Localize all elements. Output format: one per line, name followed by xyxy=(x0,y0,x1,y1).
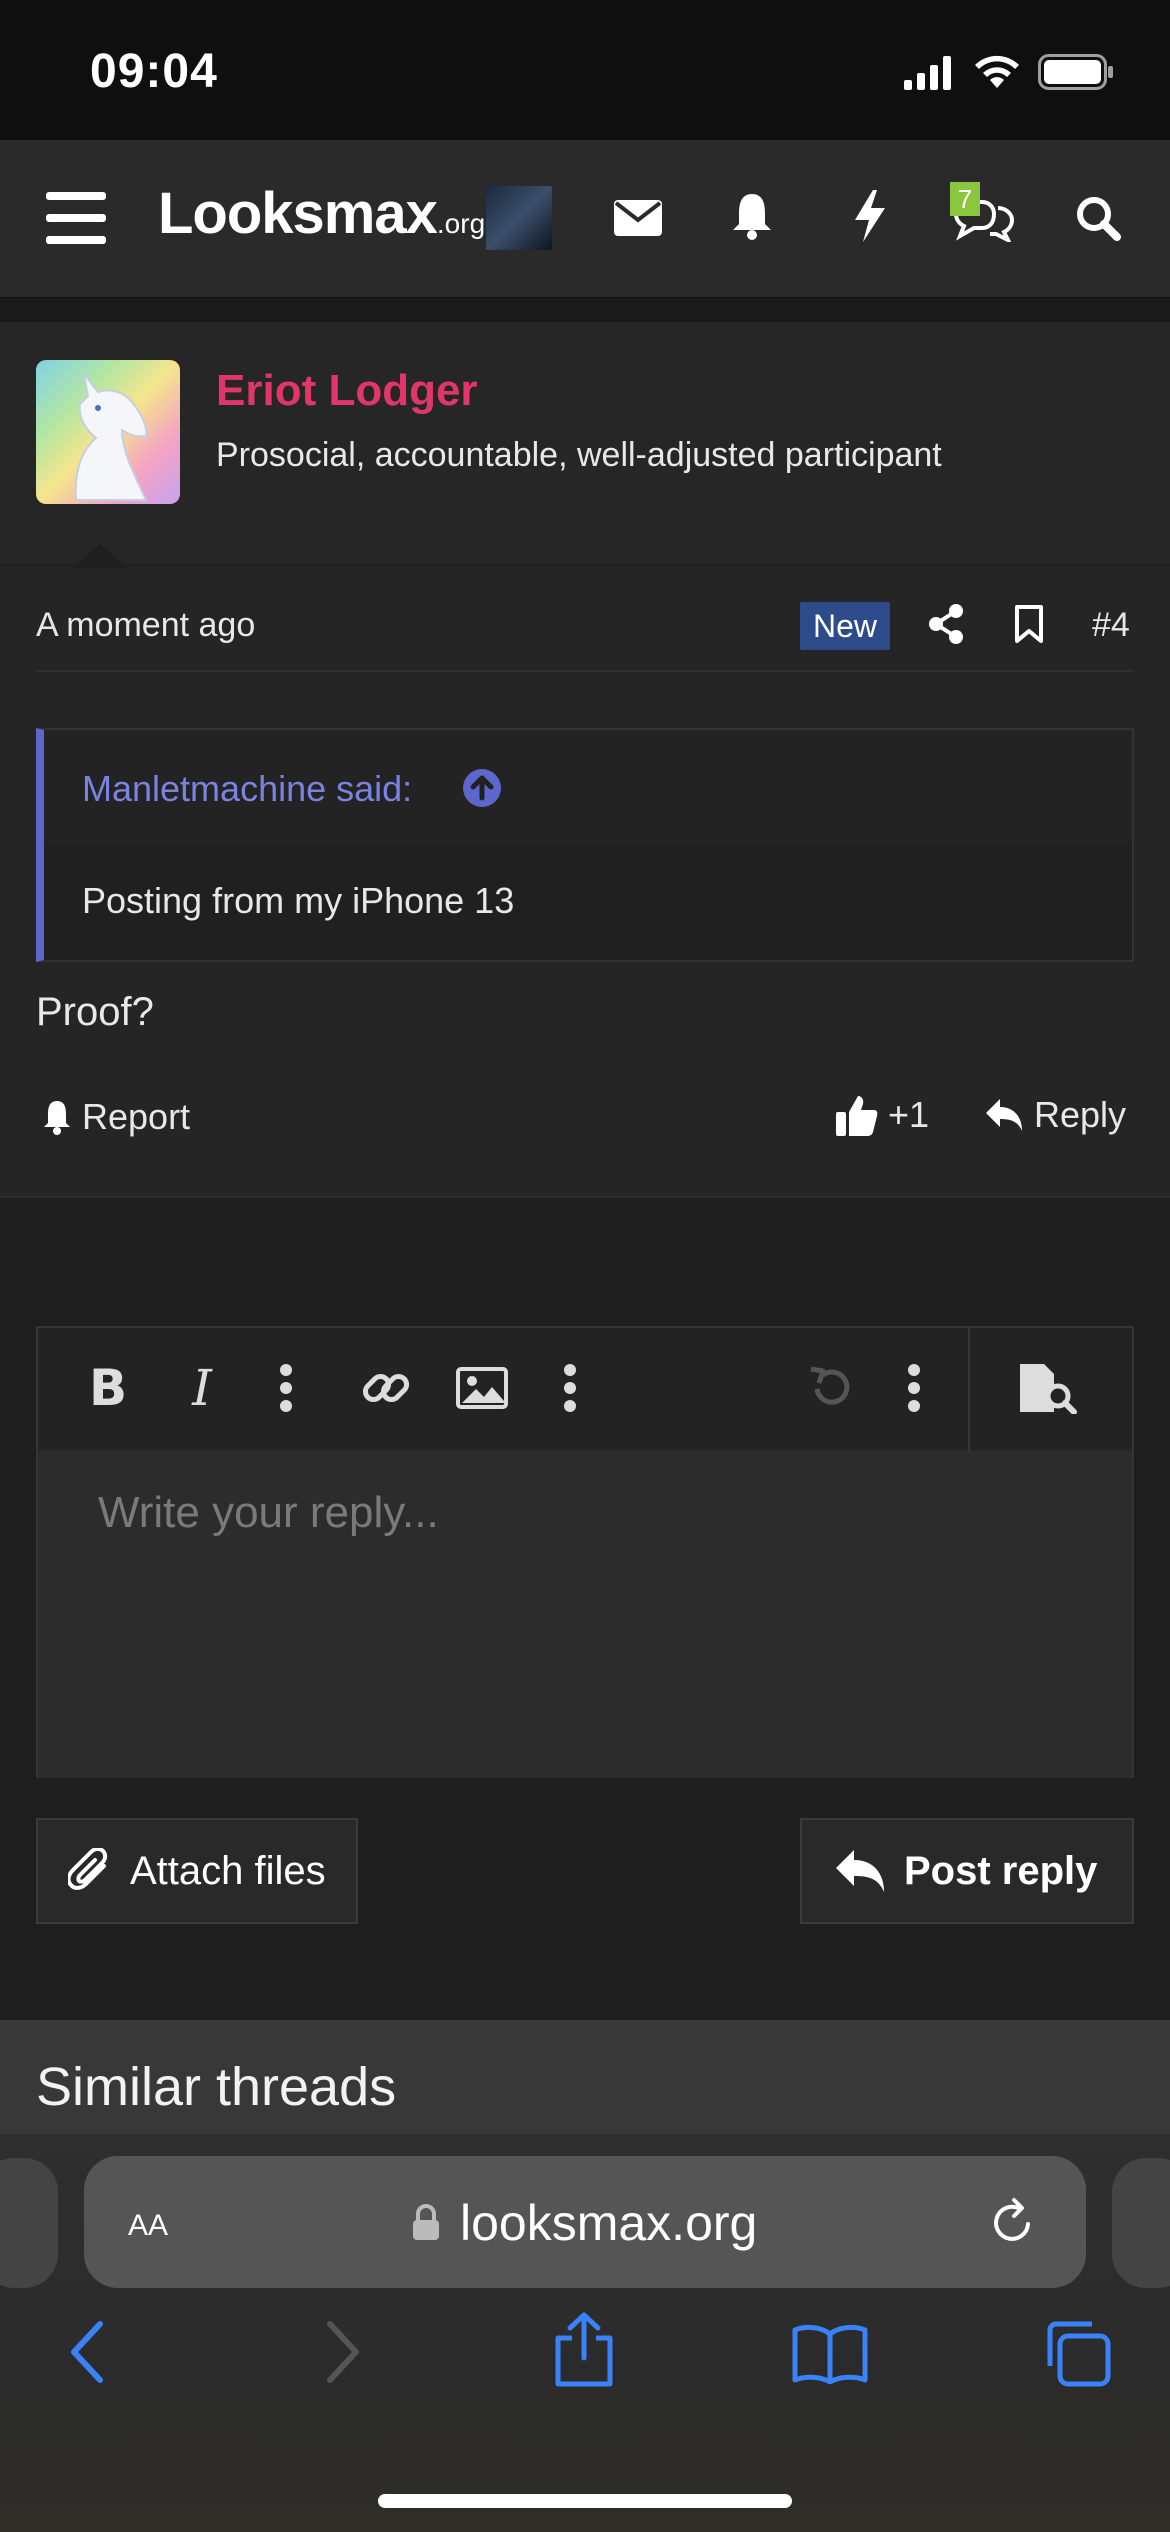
more-text-options-icon[interactable] xyxy=(256,1358,316,1418)
post-message: Eriot Lodger Prosocial, accountable, wel… xyxy=(0,322,1170,1196)
italic-icon[interactable]: I xyxy=(172,1358,232,1418)
bolt-icon[interactable] xyxy=(838,184,902,248)
quote-block: Manletmachine said: Posting from my iPho… xyxy=(36,728,1134,962)
site-header: Looksmax.org xyxy=(0,140,1170,298)
post-time[interactable]: A moment ago xyxy=(36,606,255,645)
post-reply-button[interactable]: Post reply xyxy=(800,1818,1134,1924)
post-meta-row: A moment ago New #4 xyxy=(36,602,1134,672)
post-divider xyxy=(0,1196,1170,1198)
site-logo[interactable]: Looksmax.org xyxy=(158,180,485,247)
quote-author[interactable]: Manletmachine said: xyxy=(82,768,412,810)
post-username[interactable]: Eriot Lodger xyxy=(216,366,478,416)
reply-arrow-icon xyxy=(836,1850,884,1892)
bell-icon xyxy=(44,1101,70,1135)
thumbs-up-icon xyxy=(836,1096,878,1136)
report-button[interactable]: Report xyxy=(42,1096,190,1138)
reply-button[interactable]: Reply xyxy=(984,1094,1126,1136)
report-label: Report xyxy=(82,1096,191,1137)
bookmark-icon[interactable] xyxy=(1014,604,1044,649)
user-title: Prosocial, accountable, well-adjusted pa… xyxy=(216,436,942,474)
home-indicator xyxy=(378,2494,792,2508)
forward-icon[interactable] xyxy=(322,2320,362,2384)
post-user-block: Eriot Lodger Prosocial, accountable, wel… xyxy=(0,322,1170,568)
text-size-button[interactable]: AA xyxy=(128,2196,168,2246)
post-actions: Report +1 Reply xyxy=(36,1090,1134,1150)
tabs-icon[interactable] xyxy=(1042,2318,1112,2388)
header-featured-thumbnail[interactable] xyxy=(486,186,552,250)
avatar[interactable] xyxy=(36,360,180,504)
address-bar[interactable]: AA looksmax.org xyxy=(84,2156,1086,2288)
envelope-icon[interactable] xyxy=(606,186,670,250)
more-editor-options-icon[interactable] xyxy=(884,1358,944,1418)
post-reply-label: Post reply xyxy=(904,1848,1098,1893)
url-text: looksmax.org xyxy=(460,2195,758,2251)
reload-icon[interactable] xyxy=(988,2194,1038,2248)
post-arrow-pointer xyxy=(72,544,128,568)
toolbar-divider xyxy=(968,1328,970,1452)
next-tab-peek[interactable] xyxy=(1112,2158,1170,2288)
bell-icon[interactable] xyxy=(720,184,784,248)
status-bar: 09:04 xyxy=(0,0,1170,140)
attach-files-button[interactable]: Attach files xyxy=(36,1818,358,1924)
previous-tab-peek[interactable] xyxy=(0,2158,58,2288)
similar-threads-section: Similar threads xyxy=(0,2020,1170,2140)
reply-textarea[interactable] xyxy=(38,1452,1132,1778)
post-number-link[interactable]: #4 xyxy=(1092,606,1130,645)
bookmarks-icon[interactable] xyxy=(792,2324,868,2384)
share-sheet-icon[interactable] xyxy=(552,2312,616,2388)
header-separator xyxy=(0,298,1170,322)
more-insert-options-icon[interactable] xyxy=(540,1358,600,1418)
quote-text: Posting from my iPhone 13 xyxy=(82,880,515,921)
chat-count-badge: 7 xyxy=(950,182,980,216)
wifi-icon xyxy=(975,55,1019,88)
undo-icon[interactable] xyxy=(800,1358,860,1418)
reply-arrow-icon xyxy=(986,1099,1022,1131)
status-time: 09:04 xyxy=(90,45,218,98)
post-body-text: Proof? xyxy=(36,990,154,1034)
text-size-label: AA xyxy=(128,2209,169,2242)
logo-text: Looksmax xyxy=(158,181,438,246)
lock-icon xyxy=(413,2204,439,2240)
unicorn-avatar-image xyxy=(74,373,148,501)
reaction-count: +1 xyxy=(888,1094,930,1135)
reply-editor: B I xyxy=(36,1326,1134,1778)
cellular-signal-icon xyxy=(904,56,951,90)
editor-toolbar: B I xyxy=(38,1328,1132,1452)
quote-header[interactable]: Manletmachine said: xyxy=(44,730,1132,844)
back-icon[interactable] xyxy=(68,2320,108,2384)
jump-to-quote-icon[interactable] xyxy=(462,768,502,813)
browser-toolbar: AA looksmax.org xyxy=(0,2134,1170,2532)
image-icon[interactable] xyxy=(452,1358,512,1418)
logo-suffix: .org xyxy=(436,208,486,239)
search-icon[interactable] xyxy=(1066,186,1130,250)
similar-threads-title: Similar threads xyxy=(36,2057,397,2117)
link-icon[interactable] xyxy=(356,1358,416,1418)
reply-label: Reply xyxy=(1034,1094,1127,1135)
paperclip-icon xyxy=(68,1848,108,1890)
menu-icon[interactable] xyxy=(44,186,108,250)
like-button[interactable]: +1 xyxy=(836,1094,929,1136)
new-badge: New xyxy=(800,602,890,650)
battery-icon xyxy=(1038,54,1113,90)
preview-icon[interactable] xyxy=(1018,1358,1078,1418)
attach-files-label: Attach files xyxy=(130,1848,326,1893)
share-icon[interactable] xyxy=(928,604,964,649)
bold-icon[interactable]: B xyxy=(78,1358,138,1418)
